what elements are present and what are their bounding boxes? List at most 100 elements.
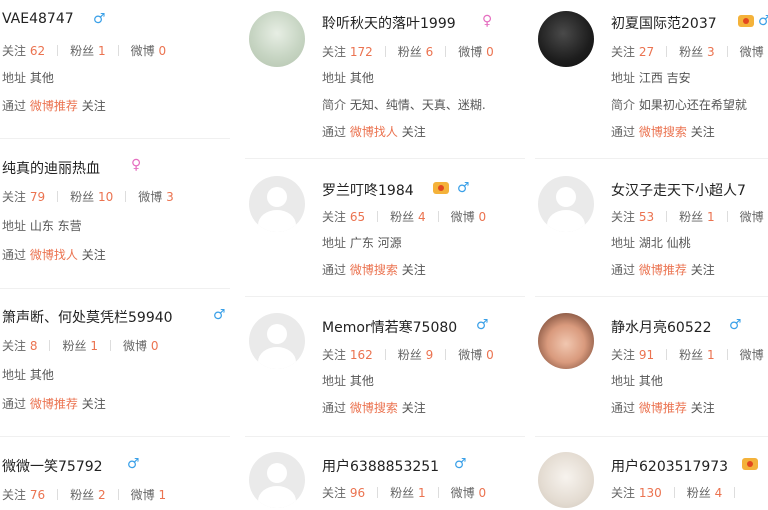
via-row: 通过 微博推荐 关注 [2, 397, 106, 411]
vip-crown-icon [738, 15, 754, 27]
address-row: 地址 江西 吉安 [611, 71, 691, 85]
via-link[interactable]: 微博搜索 [639, 125, 687, 139]
follow-action[interactable]: 关注 [82, 248, 106, 262]
address-value: 其他 [29, 368, 54, 382]
follow-action[interactable]: 关注 [691, 263, 715, 277]
avatar[interactable] [538, 452, 594, 508]
address-row: 地址 其他 [2, 368, 54, 382]
address-value: 其他 [349, 71, 374, 85]
intro-value: 无知、纯情、天真、迷糊. [349, 98, 486, 112]
via-link[interactable]: 微博找人 [30, 248, 78, 262]
fans-count[interactable]: 2 [98, 488, 106, 502]
weibo-count[interactable]: 1 [158, 488, 166, 502]
weibo-count[interactable]: 0 [486, 45, 494, 59]
stats-row: 关注 130 粉丝 4 [611, 484, 747, 501]
user-name[interactable]: 用户6388853251 [322, 456, 439, 476]
weibo-count[interactable]: 0 [478, 486, 486, 500]
user-name[interactable]: VAE48747 [2, 11, 74, 27]
follow-count[interactable]: 8 [30, 339, 38, 353]
follow-count[interactable]: 162 [350, 348, 373, 362]
follow-count[interactable]: 27 [639, 45, 654, 59]
user-name[interactable]: 聆听秋天的落叶1999 [322, 13, 456, 33]
via-link[interactable]: 微博搜索 [350, 263, 398, 277]
via-link[interactable]: 微博推荐 [30, 397, 78, 411]
weibo-count[interactable]: 3 [166, 190, 174, 204]
stats-row: 关注 65 粉丝 4 微博 0 [322, 210, 487, 224]
user-name[interactable]: 箫声断、何处莫凭栏59940 [2, 307, 173, 327]
fans-count[interactable]: 10 [98, 190, 113, 204]
user-name[interactable]: Memor情若寒75080 [322, 317, 457, 337]
female-icon: ♀ [131, 157, 142, 173]
follow-count[interactable]: 91 [639, 348, 654, 362]
user-name[interactable]: 纯真的迪丽热血 [2, 158, 100, 178]
follow-action[interactable]: 关注 [402, 263, 426, 277]
follow-count[interactable]: 76 [30, 488, 45, 502]
follow-count[interactable]: 96 [350, 486, 365, 500]
follow-count[interactable]: 79 [30, 190, 45, 204]
via-link[interactable]: 微博推荐 [30, 99, 78, 113]
avatar[interactable] [538, 313, 594, 369]
avatar[interactable] [249, 176, 305, 232]
follow-count[interactable]: 62 [30, 44, 45, 58]
follow-count[interactable]: 130 [639, 486, 662, 500]
user-name[interactable]: 女汉子走天下小超人7 [611, 180, 746, 200]
fans-count[interactable]: 4 [418, 210, 426, 224]
address-row: 地址 其他 [322, 71, 374, 85]
fans-count[interactable]: 3 [707, 45, 715, 59]
user-name[interactable]: 微微一笑75792 [2, 456, 103, 476]
stats-row: 关注 8 粉丝 1 微博 0 [2, 339, 159, 353]
address-row: 地址 山东 东营 [2, 219, 82, 233]
via-link[interactable]: 微博找人 [350, 125, 398, 139]
follow-count[interactable]: 53 [639, 210, 654, 224]
follow-action[interactable]: 关注 [691, 125, 715, 139]
intro-row: 简介 如果初心还在希望就 [611, 98, 747, 112]
follow-action[interactable]: 关注 [402, 401, 426, 415]
avatar[interactable] [249, 452, 305, 508]
fans-count[interactable]: 4 [715, 486, 723, 500]
fans-count[interactable]: 1 [418, 486, 426, 500]
fans-count[interactable]: 9 [426, 348, 434, 362]
address-row: 地址 广东 河源 [322, 236, 402, 250]
user-name[interactable]: 初夏国际范2037 [611, 13, 717, 33]
divider [0, 436, 230, 437]
follow-count[interactable]: 172 [350, 45, 373, 59]
address-row: 地址 其他 [611, 374, 663, 388]
via-row: 通过 微博推荐 关注 [2, 99, 106, 113]
fans-count[interactable]: 1 [98, 44, 106, 58]
weibo-count[interactable]: 0 [151, 339, 159, 353]
follow-action[interactable]: 关注 [82, 99, 106, 113]
user-name[interactable]: 静水月亮60522 [611, 317, 712, 337]
follow-action[interactable]: 关注 [82, 397, 106, 411]
address-value: 广东 河源 [349, 236, 402, 250]
stats-row: 关注 172 粉丝 6 微博 0 [322, 45, 494, 59]
follow-action[interactable]: 关注 [402, 125, 426, 139]
user-name[interactable]: 罗兰叮咚1984 [322, 180, 414, 200]
via-link[interactable]: 微博搜索 [350, 401, 398, 415]
avatar[interactable] [249, 11, 305, 67]
user-name[interactable]: 用户6203517973 [611, 456, 728, 476]
avatar[interactable] [249, 313, 305, 369]
male-icon: ♂ [476, 317, 489, 333]
address-value: 其他 [29, 71, 54, 85]
address-row: 地址 湖北 仙桃 [611, 236, 691, 250]
follow-count[interactable]: 65 [350, 210, 365, 224]
weibo-count[interactable]: 0 [478, 210, 486, 224]
address-value: 湖北 仙桃 [638, 236, 691, 250]
intro-value: 如果初心还在希望就 [638, 98, 747, 112]
divider [535, 296, 768, 297]
weibo-count[interactable]: 0 [158, 44, 166, 58]
stats-row: 关注 162 粉丝 9 微博 0 [322, 348, 494, 362]
fans-count[interactable]: 1 [707, 210, 715, 224]
male-icon: ♂ [758, 13, 768, 29]
fans-count[interactable]: 1 [90, 339, 98, 353]
stats-row: 关注 76 粉丝 2 微博 1 [2, 488, 167, 502]
via-link[interactable]: 微博推荐 [639, 401, 687, 415]
avatar[interactable] [538, 11, 594, 67]
follow-action[interactable]: 关注 [691, 401, 715, 415]
avatar[interactable] [538, 176, 594, 232]
fans-count[interactable]: 1 [707, 348, 715, 362]
weibo-count[interactable]: 0 [486, 348, 494, 362]
fans-count[interactable]: 6 [426, 45, 434, 59]
via-link[interactable]: 微博推荐 [639, 263, 687, 277]
address-row: 地址 其他 [2, 71, 54, 85]
